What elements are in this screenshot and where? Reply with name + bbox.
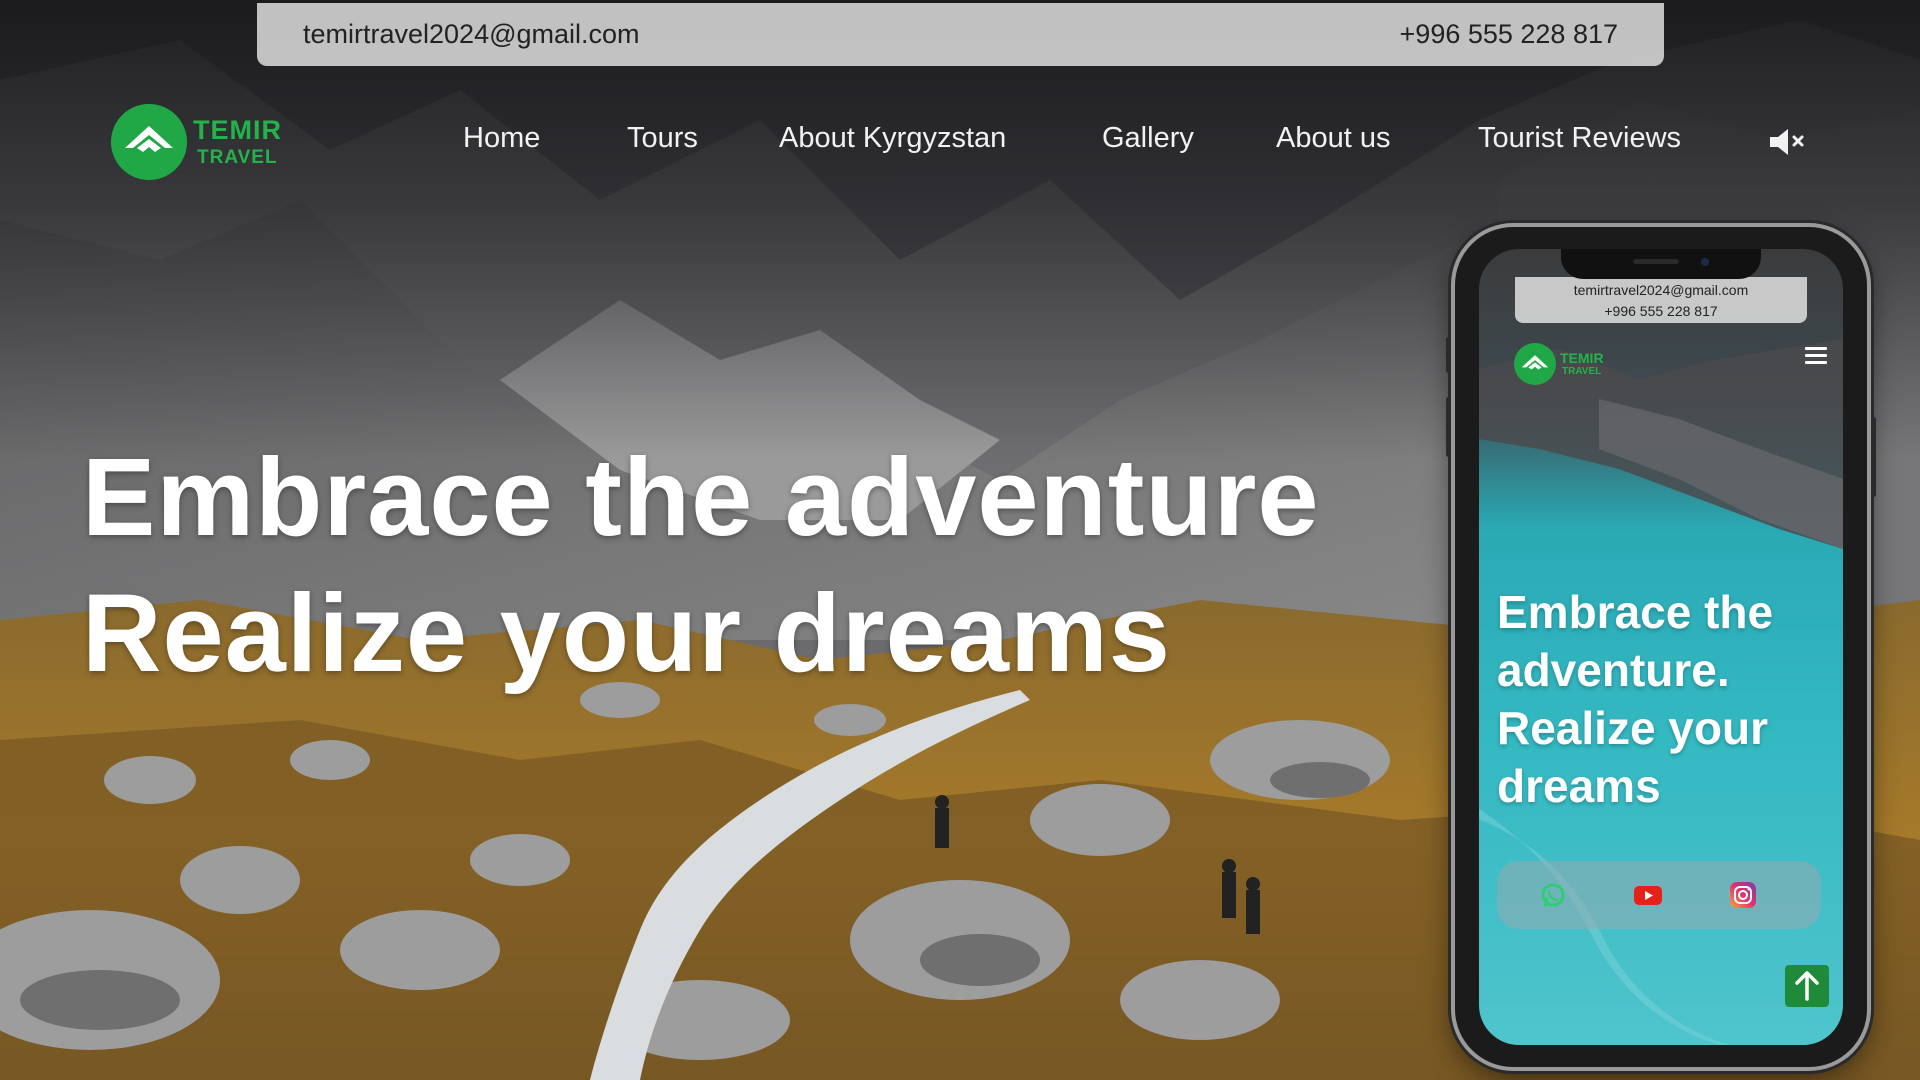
contact-email[interactable]: temirtravel2024@gmail.com — [303, 19, 640, 50]
nav-about-kyrgyzstan[interactable]: About Kyrgyzstan — [779, 122, 1006, 155]
hero-line-1: Embrace the adventure — [82, 436, 1320, 559]
phone-volume-button — [1446, 397, 1451, 457]
mobile-logo-name: TEMIR — [1560, 350, 1604, 366]
instagram-icon[interactable] — [1729, 881, 1757, 909]
whatsapp-icon[interactable] — [1539, 881, 1567, 909]
arrow-up-icon[interactable] — [1785, 965, 1829, 1007]
mobile-hero-heading: Embrace the adventure. Realize your drea… — [1497, 583, 1837, 815]
phone-side-button — [1446, 337, 1451, 373]
phone-notch — [1561, 249, 1761, 279]
mountain-logo-icon — [1514, 343, 1556, 385]
nav-home[interactable]: Home — [463, 122, 540, 155]
phone-power-button — [1871, 417, 1876, 497]
contact-bar: temirtravel2024@gmail.com +996 555 228 8… — [257, 3, 1664, 66]
mobile-hero-line-2: adventure. — [1497, 644, 1730, 696]
mobile-hero-line-1: Embrace the — [1497, 586, 1774, 638]
mobile-logo-subtitle: TRAVEL — [1562, 366, 1602, 377]
mobile-contact-bar: temirtravel2024@gmail.com +996 555 228 8… — [1515, 277, 1807, 323]
hero-line-2: Realize your dreams — [82, 572, 1171, 695]
mountain-logo-icon — [111, 104, 187, 180]
nav-about-us[interactable]: About us — [1276, 122, 1390, 155]
hamburger-menu-icon[interactable] — [1805, 347, 1827, 367]
mobile-logo[interactable]: TEMIR TRAVEL — [1514, 343, 1604, 385]
hero-heading: Embrace the adventure Realize your dream… — [82, 430, 1320, 702]
mobile-contact-phone[interactable]: +996 555 228 817 — [1515, 301, 1807, 322]
mobile-contact-email[interactable]: temirtravel2024@gmail.com — [1515, 280, 1807, 301]
phone-screen: temirtravel2024@gmail.com +996 555 228 8… — [1479, 249, 1843, 1045]
mobile-hero-line-4: dreams — [1497, 760, 1661, 812]
nav-gallery[interactable]: Gallery — [1102, 122, 1194, 155]
logo-name: TEMIR — [193, 115, 282, 145]
mobile-hero-line-3: Realize your — [1497, 702, 1768, 754]
logo-subtitle: TRAVEL — [197, 147, 278, 168]
phone-mockup: temirtravel2024@gmail.com +996 555 228 8… — [1446, 227, 1876, 1067]
speaker-muted-icon[interactable] — [1767, 125, 1807, 159]
site-logo[interactable]: TEMIR TRAVEL — [111, 104, 282, 180]
contact-phone[interactable]: +996 555 228 817 — [1400, 19, 1618, 50]
social-links-bar — [1497, 861, 1821, 929]
nav-tours[interactable]: Tours — [627, 122, 698, 155]
nav-tourist-reviews[interactable]: Tourist Reviews — [1478, 122, 1681, 155]
youtube-icon[interactable] — [1633, 881, 1663, 909]
